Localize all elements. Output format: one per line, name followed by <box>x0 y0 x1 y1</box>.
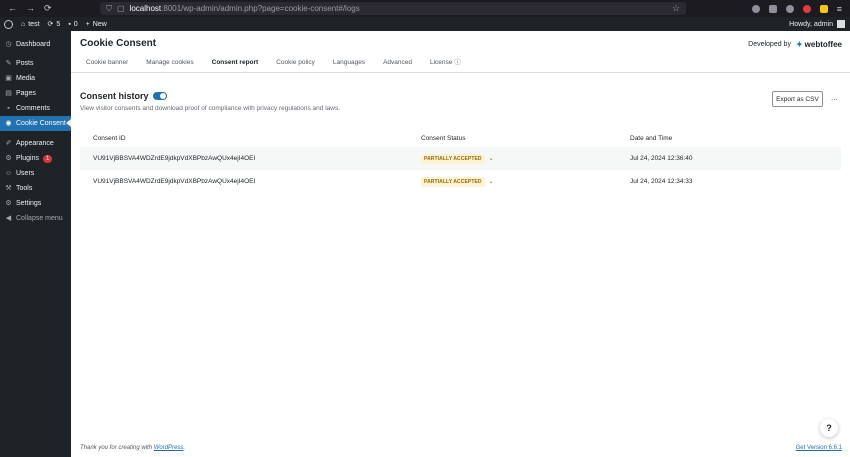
table-header: Consent ID Consent Status Date and Time <box>80 129 841 147</box>
media-icon: ▣ <box>5 75 12 82</box>
tab-cookie-banner[interactable]: Cookie banner <box>80 57 134 73</box>
settings-icon: ⚙ <box>5 200 12 207</box>
tools-icon: ⚒ <box>5 185 12 192</box>
home-icon: ⌂ <box>21 20 26 28</box>
info-icon: ⓘ <box>454 59 461 66</box>
help-button[interactable]: ? <box>820 419 838 437</box>
more-options-icon[interactable]: ... <box>831 93 838 102</box>
comment-icon: ▪ <box>7 105 10 112</box>
consent-status-cell: PARTIALLY ACCEPTED ⌄ <box>419 176 630 187</box>
collapse-menu-button[interactable]: ◀ Collapse menu <box>0 211 71 226</box>
status-badge: PARTIALLY ACCEPTED <box>421 176 485 187</box>
comment-icon: ▪ <box>68 20 71 28</box>
sidebar-item-plugins[interactable]: ⚙ Plugins 1 <box>0 151 71 166</box>
plugin-header: Cookie Consent Developed by ✦ webtoffee C… <box>71 31 850 77</box>
consent-log-toggle[interactable] <box>152 92 167 100</box>
footer-thanks: Thank you for creating with WordPress. <box>80 445 186 451</box>
tab-license[interactable]: License ⓘ <box>424 57 467 73</box>
column-header-consent-id: Consent ID <box>93 134 126 142</box>
plugin-tabs: Cookie banner Manage cookies Consent rep… <box>80 57 473 77</box>
webtoffee-mark-icon: ✦ <box>795 40 803 49</box>
pages-icon: ▤ <box>5 90 12 97</box>
plus-icon: + <box>85 20 90 28</box>
consent-id-cell: VU91VjBBSVA4WDZrdE9jdkpVdXBPbzAwQUx4ejI4… <box>93 178 256 185</box>
sidebar-item-dashboard[interactable]: ◷ Dashboard <box>0 37 71 52</box>
back-icon[interactable]: ← <box>8 0 17 17</box>
sidebar-item-comments[interactable]: ▪ Comments <box>0 101 71 116</box>
consent-status-cell: PARTIALLY ACCEPTED ⌄ <box>419 153 630 164</box>
browser-toolbar: ← → ⟳ ⛉ ▢ localhost:8001/wp-admin/admin.… <box>0 0 850 17</box>
sidebar-item-tools[interactable]: ⚒ Tools <box>0 181 71 196</box>
user-menu[interactable]: Howdy, admin <box>789 20 845 28</box>
main-content: Consent history View visitor consents an… <box>71 73 850 457</box>
chevron-down-icon[interactable]: ⌄ <box>489 155 494 162</box>
url-text: localhost:8001/wp-admin/admin.php?page=c… <box>129 4 360 13</box>
sidebar-item-posts[interactable]: ✎ Posts <box>0 56 71 71</box>
extension-icon-2[interactable] <box>819 4 828 13</box>
sidebar-item-appearance[interactable]: ✐ Appearance <box>0 136 71 151</box>
date-time-cell: Jul 24, 2024 12:36:40 <box>630 155 693 162</box>
pocket-icon[interactable] <box>751 4 760 13</box>
shield-icon: ⛉ <box>106 3 112 13</box>
page-icon: ▢ <box>117 4 125 13</box>
dashboard-icon: ◷ <box>5 41 12 48</box>
admin-sidebar: ◷ Dashboard ✎ Posts ▣ Media ▤ Pages ▪ Comment… <box>0 31 71 457</box>
chevron-down-icon[interactable]: ⌄ <box>489 178 494 185</box>
bookmark-star-icon[interactable]: ☆ <box>672 3 680 14</box>
cookie-icon: ◉ <box>5 120 12 127</box>
pin-icon: ✎ <box>5 60 12 67</box>
new-content-link[interactable]: + New <box>86 21 107 28</box>
developer-credit: Developed by ✦ webtoffee <box>748 40 842 49</box>
wp-admin-bar: ⌂ test ⟳ 5 ▪ 0 + New Howdy, admin <box>0 17 850 31</box>
webtoffee-logo[interactable]: ✦ webtoffee <box>796 40 842 49</box>
export-csv-button[interactable]: Export as CSV <box>772 91 823 107</box>
sidebar-item-cookie-consent[interactable]: ◉ Cookie Consent <box>0 116 71 131</box>
forward-icon[interactable]: → <box>26 0 35 17</box>
comments-link[interactable]: ▪ 0 <box>68 21 77 28</box>
url-bar[interactable]: ⛉ ▢ localhost:8001/wp-admin/admin.php?pa… <box>100 2 686 15</box>
tab-cookie-policy[interactable]: Cookie policy <box>270 57 321 73</box>
sidebar-item-settings[interactable]: ⚙ Settings <box>0 196 71 211</box>
wordpress-link[interactable]: WordPress <box>154 445 184 451</box>
tab-advanced[interactable]: Advanced <box>377 57 418 73</box>
table-row: VU91VjBBSVA4WDZrdE9jdkpVdXBPbzAwQUx4ejI4… <box>80 170 841 193</box>
table-body: VU91VjBBSVA4WDZrdE9jdkpVdXBPbzAwQUx4ejI4… <box>80 147 841 193</box>
wordpress-logo-icon[interactable] <box>4 19 13 29</box>
site-name-link[interactable]: ⌂ test <box>21 21 40 28</box>
section-description: View visitor consents and download proof… <box>80 105 341 112</box>
consent-table: Consent ID Consent Status Date and Time … <box>80 129 841 193</box>
menu-icon[interactable]: ≡ <box>837 4 842 13</box>
users-icon: ☺ <box>5 170 13 177</box>
sidebar-item-pages[interactable]: ▤ Pages <box>0 86 71 101</box>
sidebar-item-users[interactable]: ☺ Users <box>0 166 71 181</box>
avatar <box>837 20 845 28</box>
sidebar-item-media[interactable]: ▣ Media <box>0 71 71 86</box>
updates-link[interactable]: ⟳ 5 <box>47 20 61 29</box>
plugin-icon: ⚙ <box>5 155 12 162</box>
brush-icon: ✐ <box>5 140 12 147</box>
column-header-consent-status: Consent Status <box>421 134 466 142</box>
plugins-update-badge: 1 <box>42 154 53 163</box>
tab-manage-cookies[interactable]: Manage cookies <box>140 57 199 73</box>
consent-id-cell: VU91VjBBSVA4WDZrdE9jdkpVdXBPbzAwQUx4ejI4… <box>93 155 256 162</box>
updates-icon: ⟳ <box>47 21 54 28</box>
download-icon[interactable] <box>768 4 777 13</box>
get-version-link[interactable]: Get Version 6.6.1 <box>796 445 842 451</box>
date-time-cell: Jul 24, 2024 12:34:33 <box>630 178 693 185</box>
collapse-icon: ◀ <box>5 215 12 222</box>
tab-languages[interactable]: Languages <box>327 57 371 73</box>
extension-icon[interactable] <box>802 4 811 13</box>
table-row: VU91VjBBSVA4WDZrdE9jdkpVdXBPbzAwQUx4ejI4… <box>80 147 841 170</box>
account-icon[interactable] <box>785 4 794 13</box>
reload-icon[interactable]: ⟳ <box>44 0 52 17</box>
consent-history-heading: Consent history <box>80 91 167 101</box>
status-badge: PARTIALLY ACCEPTED <box>421 153 485 164</box>
footer-version: Get Version 6.6.1 <box>796 445 842 451</box>
page-title: Cookie Consent <box>80 38 157 49</box>
column-header-date-time: Date and Time <box>630 134 673 142</box>
tab-consent-report[interactable]: Consent report <box>205 57 265 77</box>
